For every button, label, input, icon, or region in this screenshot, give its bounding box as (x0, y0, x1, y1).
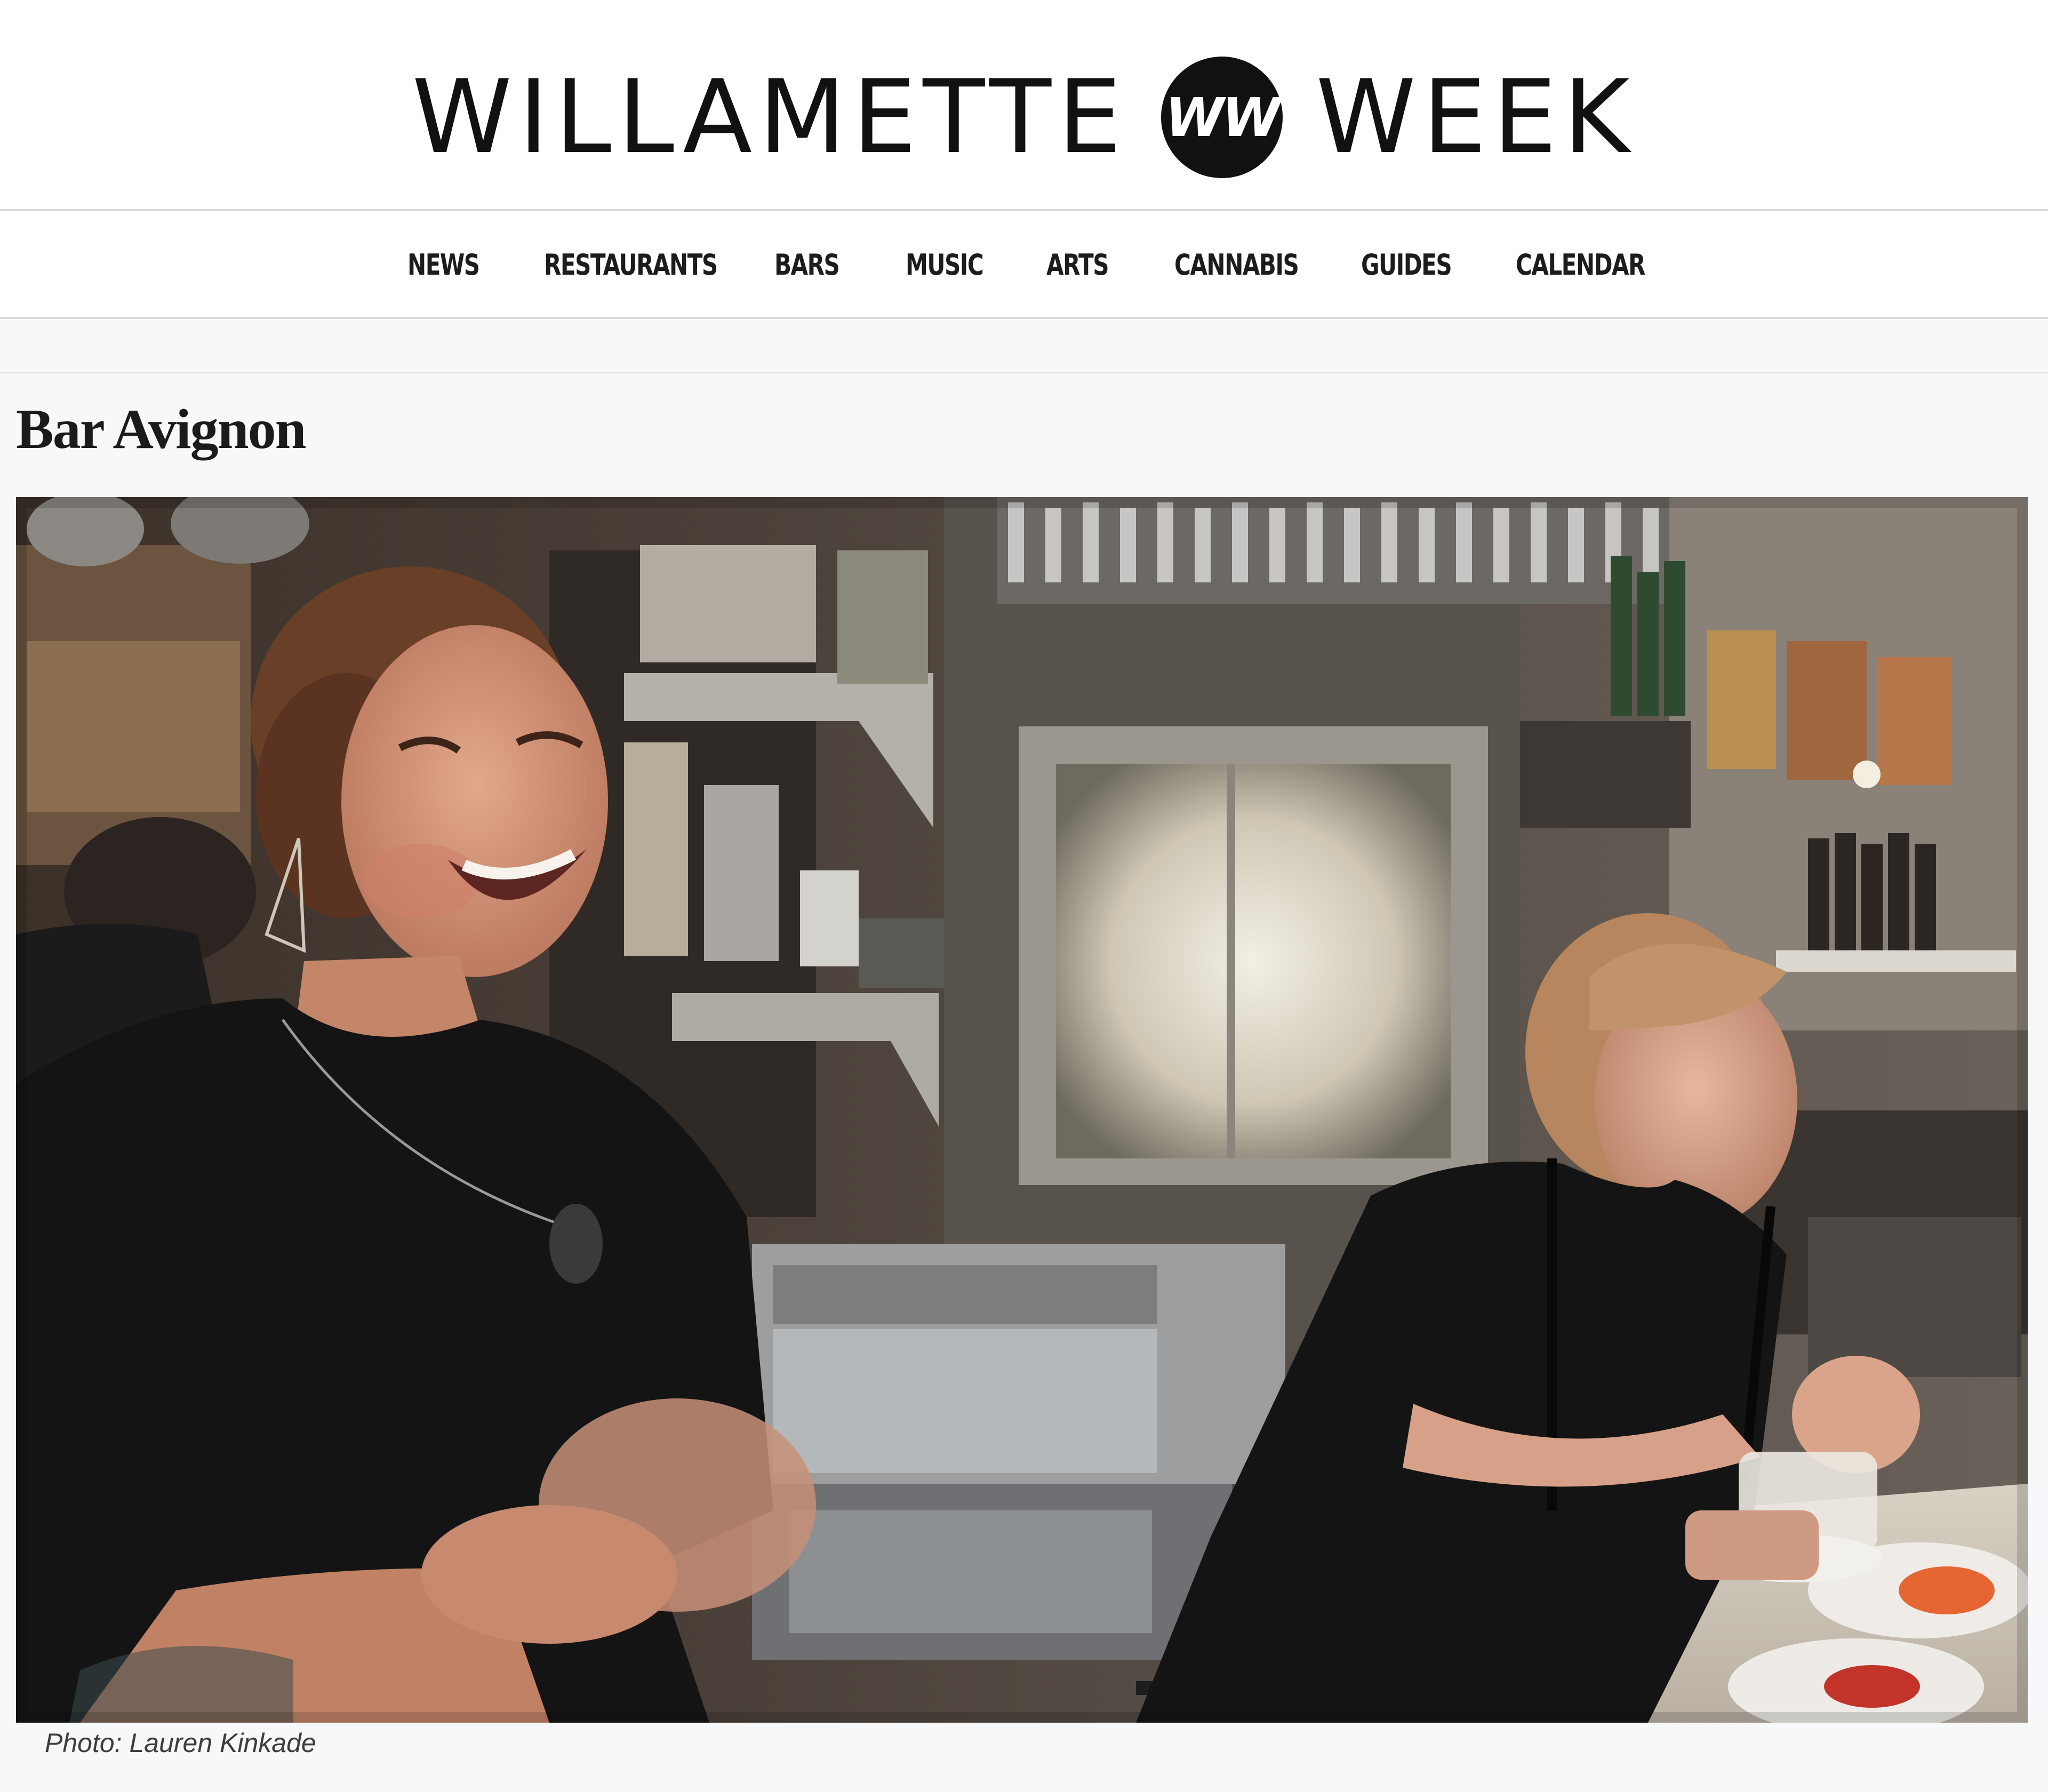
page-title: Bar Avignon (16, 398, 307, 460)
article-photo (16, 497, 2028, 1723)
site-logo-link[interactable]: WILLAMETTE WW WEEK (0, 53, 2048, 181)
nav-item-news[interactable]: NEWS (407, 246, 480, 284)
content-divider (0, 372, 2048, 373)
ww-logo-icon: WW (1161, 57, 1283, 178)
nav-item-calendar[interactable]: CALENDAR (1516, 246, 1645, 284)
nav-item-bars[interactable]: BARS (774, 246, 840, 284)
nav-item-music[interactable]: MUSIC (906, 246, 984, 284)
nav-item-arts[interactable]: ARTS (1046, 246, 1109, 284)
photo-caption: Photo: Lauren Kinkade (45, 1728, 316, 1758)
nav-item-restaurants[interactable]: RESTAURANTS (544, 246, 718, 284)
nav-item-cannabis[interactable]: CANNABIS (1174, 246, 1299, 284)
masthead: WILLAMETTE WW WEEK (0, 0, 2048, 209)
main-nav: NEWS RESTAURANTS BARS MUSIC ARTS CANNABI… (0, 211, 2048, 317)
brand-wordmark-left: WILLAMETTE (412, 58, 1129, 176)
brand-wordmark-right: WEEK (1316, 58, 1636, 176)
nav-divider (0, 317, 2048, 319)
nav-item-guides[interactable]: GUIDES (1361, 246, 1452, 284)
